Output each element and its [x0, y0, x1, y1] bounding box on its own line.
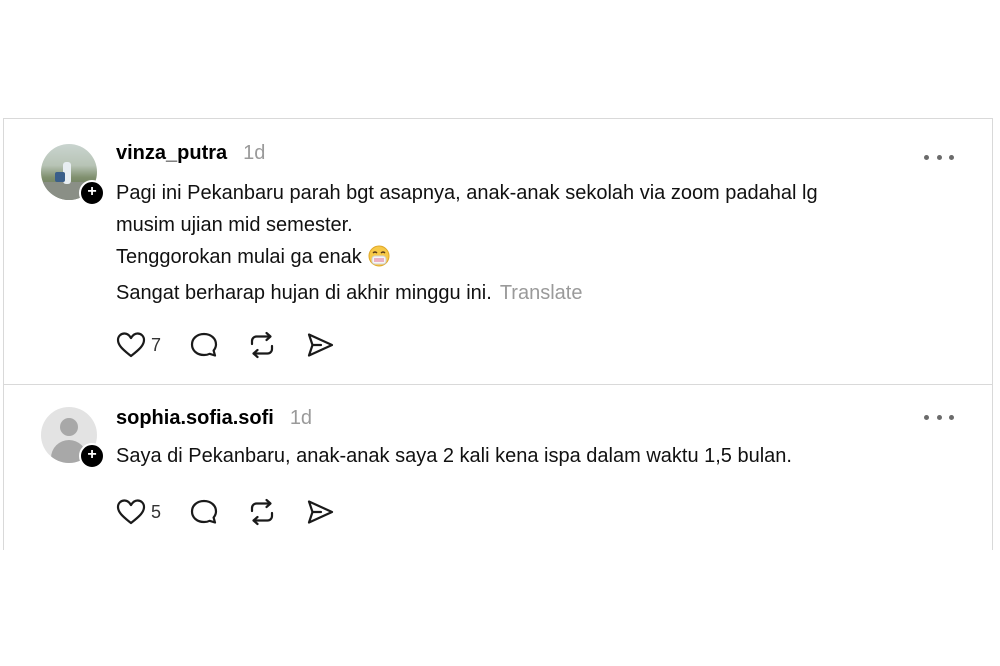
more-dot [924, 414, 929, 420]
like-button[interactable]: 7 [116, 331, 161, 359]
more-icon[interactable] [924, 147, 954, 167]
post: + sophia.sofia.sofi 1d Saya di Pekanbaru… [4, 385, 992, 551]
post-header: vinza_putra 1d [116, 142, 265, 165]
like-button[interactable]: 5 [116, 498, 161, 526]
avatar[interactable]: + [41, 144, 105, 206]
share-button[interactable] [305, 498, 335, 526]
like-count: 5 [151, 501, 162, 522]
post: + vinza_putra 1d Pagi ini Pekanbaru para… [4, 119, 992, 385]
heart-icon [116, 499, 146, 525]
repost-button[interactable] [247, 331, 277, 359]
send-icon [307, 500, 334, 524]
more-dot [949, 154, 954, 160]
post-text-line: Sangat berharap hujan di akhir minggu in… [116, 277, 936, 309]
post-body: Saya di Pekanbaru, anak-anak saya 2 kali… [116, 440, 936, 472]
mask-face-emoji [368, 245, 390, 277]
username[interactable]: vinza_putra [116, 142, 227, 165]
post-actions: 5 [116, 498, 363, 526]
send-icon [307, 333, 334, 357]
share-button[interactable] [305, 331, 335, 359]
repost-button[interactable] [247, 498, 277, 526]
timestamp[interactable]: 1d [290, 407, 312, 430]
translate-link[interactable]: Translate [500, 282, 583, 304]
post-text-line: Pagi ini Pekanbaru parah bgt asapnya, an… [116, 182, 818, 204]
more-dot [936, 414, 942, 420]
reply-button[interactable] [189, 331, 219, 359]
like-count: 7 [151, 334, 162, 355]
reply-button[interactable] [189, 498, 219, 526]
repost-icon [250, 331, 274, 359]
avatar-photo-figure [55, 172, 65, 182]
post-text-line: Tenggorokan mulai ga enak [116, 241, 936, 277]
thread-card: + vinza_putra 1d Pagi ini Pekanbaru para… [3, 118, 993, 550]
more-dot [936, 154, 942, 160]
username[interactable]: sophia.sofia.sofi [116, 407, 274, 430]
follow-plus-icon[interactable]: + [79, 443, 105, 469]
more-dot [949, 414, 954, 420]
post-text: Sangat berharap hujan di akhir minggu in… [116, 282, 492, 304]
comment-icon [190, 332, 218, 357]
more-icon[interactable] [924, 407, 954, 427]
comment-icon [190, 499, 218, 524]
avatar[interactable]: + [41, 407, 105, 469]
heart-icon [116, 332, 146, 358]
post-text: Tenggorokan mulai ga enak [116, 246, 362, 268]
follow-plus-icon[interactable]: + [79, 180, 105, 206]
timestamp[interactable]: 1d [243, 142, 265, 165]
post-text-line: musim ujian mid semester. [116, 214, 353, 236]
post-text-line: Saya di Pekanbaru, anak-anak saya 2 kali… [116, 445, 792, 467]
avatar-head [60, 418, 78, 436]
repost-icon [250, 498, 274, 526]
more-dot [924, 154, 929, 160]
post-body: Pagi ini Pekanbaru parah bgt asapnya, an… [116, 177, 936, 309]
post-actions: 7 [116, 331, 363, 359]
post-header: sophia.sofia.sofi 1d [116, 407, 312, 430]
